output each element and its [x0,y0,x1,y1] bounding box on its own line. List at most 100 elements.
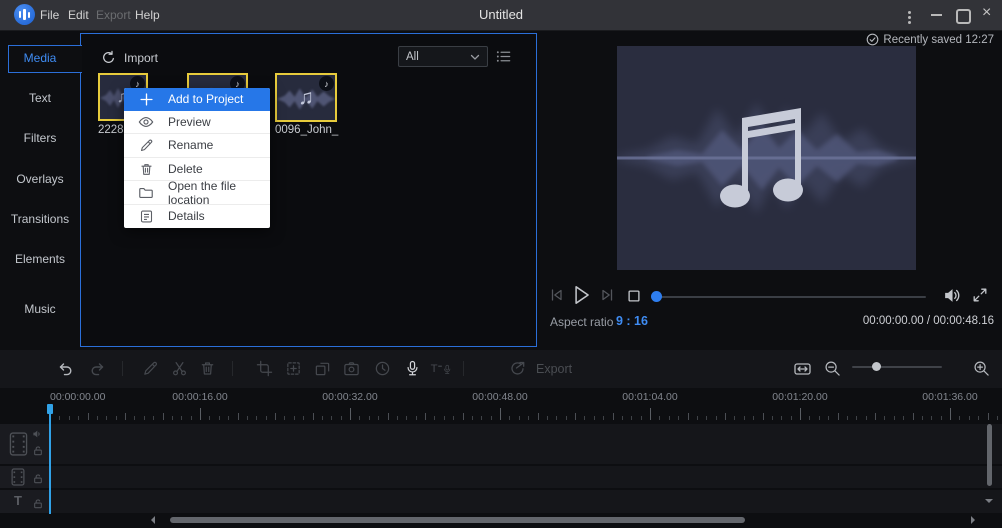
list-view-button[interactable] [495,48,512,65]
trash-icon [138,161,154,177]
titlebar: File Edit Export Help Untitled × [0,0,1002,31]
media-filter-dropdown[interactable]: All [398,46,488,67]
scroll-left-button[interactable] [151,516,155,524]
scroll-right-button[interactable] [971,516,975,524]
next-frame-button[interactable] [598,286,616,304]
track-lock-button[interactable] [33,473,43,484]
more-options-button[interactable] [908,9,911,26]
sidebar-item-elements[interactable]: Elements [0,252,80,274]
timecode-display: 00:00:00.00 / 00:00:48.16 [862,315,994,327]
media-filter-value: All [406,50,419,63]
maximize-button[interactable] [956,9,971,24]
media-item-3-name: 0096_John_... [275,124,339,136]
track-mute-button[interactable] [32,429,42,439]
aspect-ratio-label: Aspect ratio [550,315,614,329]
aspect-ratio-value[interactable]: 9 : 16 [616,314,648,328]
chevron-down-icon [470,53,480,61]
zoom-in-button[interactable] [973,360,990,377]
ruler-label: 00:00:32.00 [322,391,378,403]
ruler-label: 00:00:16.00 [172,391,228,403]
fullscreen-button[interactable] [971,286,989,304]
seek-slider[interactable] [656,296,926,298]
video-track-icon [9,431,28,457]
context-menu-item-preview[interactable]: Preview [124,111,270,134]
zoom-out-button[interactable] [824,360,841,377]
play-button[interactable] [569,283,593,307]
context-menu-item-open-file-location[interactable]: Open the file location [124,179,270,207]
delete-clip-button[interactable] [199,360,216,377]
edit-clip-button[interactable] [142,360,159,377]
stop-button[interactable] [626,288,642,304]
ruler-label: 00:00:00.00 [50,391,106,403]
export-button[interactable] [508,360,526,378]
menu-file[interactable]: File [40,8,59,23]
freeze-frame-button[interactable] [285,360,302,377]
timeline-track-3 [0,490,1002,513]
timeline-ruler-ticks[interactable] [0,406,1002,420]
details-icon [138,208,154,224]
snapshot-button[interactable] [343,360,360,377]
preview-viewport [617,46,916,270]
context-menu-item-add-to-project[interactable]: Add to Project [124,88,270,111]
record-voiceover-button[interactable] [404,360,421,377]
check-circle-icon [866,33,879,46]
horizontal-scrollbar-thumb[interactable] [170,517,745,523]
motion-button[interactable] [314,360,331,377]
plus-icon [138,91,154,107]
timeline-track-1 [0,424,1002,464]
text-to-speech-button[interactable]: T [430,360,451,377]
context-menu-item-rename[interactable]: Rename [124,133,270,157]
menu-edit[interactable]: Edit [68,8,89,23]
media-item-3[interactable]: ♫ ♪ [275,73,337,122]
toolbar-separator [232,361,233,376]
split-cut-button[interactable] [171,360,188,377]
crop-button[interactable] [256,360,273,377]
context-menu-item-delete[interactable]: Delete [124,156,270,181]
app-logo-icon [14,4,35,25]
menu-export[interactable]: Export [96,8,131,23]
timeline-zoom-slider[interactable] [852,366,942,368]
import-button[interactable]: Import [100,46,158,70]
sidebar-item-text[interactable]: Text [0,91,80,113]
fit-timeline-button[interactable] [792,360,813,378]
context-menu-label: Rename [168,138,214,153]
volume-button[interactable] [942,286,962,305]
track-3-header: T [0,490,50,513]
context-menu-label: Add to Project [168,92,244,107]
timeline-zoom-handle[interactable] [872,362,881,371]
context-menu-label: Preview [168,114,211,129]
context-menu: Add to Project Preview Rename Delete Ope… [124,88,270,228]
previous-frame-button[interactable] [548,286,566,304]
folder-icon [138,185,154,201]
text-track-icon: T [14,493,22,508]
audio-waveform [617,102,916,214]
timeline-track-2 [0,466,1002,488]
track-lock-button[interactable] [33,445,43,456]
sidebar-item-music[interactable]: Music [0,302,80,324]
import-label: Import [124,51,159,65]
ruler-label: 00:01:20.00 [772,391,828,403]
ruler-label: 00:00:48.00 [472,391,528,403]
scroll-down-button[interactable] [985,499,993,503]
sidebar-item-overlays[interactable]: Overlays [0,172,80,194]
undo-button[interactable] [56,360,74,378]
ruler-label: 00:01:36.00 [922,391,978,403]
minimize-button[interactable] [931,14,942,16]
pencil-icon [138,137,154,153]
context-menu-label: Details [168,209,205,224]
vertical-scrollbar-thumb[interactable] [987,424,992,486]
redo-button[interactable] [89,360,107,378]
menu-help[interactable]: Help [135,8,160,23]
context-menu-label: Delete [168,162,203,177]
export-label[interactable]: Export [536,362,572,376]
track-lock-button[interactable] [33,498,43,509]
playhead-line [49,406,51,514]
sidebar-item-media[interactable]: Media [0,51,80,73]
close-button[interactable]: × [982,4,991,22]
context-menu-item-details[interactable]: Details [124,203,270,228]
sidebar-item-transitions[interactable]: Transitions [0,212,80,234]
toolbar-separator [122,361,123,376]
sidebar-item-filters[interactable]: Filters [0,131,80,153]
duration-button[interactable] [374,360,391,377]
seek-handle[interactable] [651,291,662,302]
